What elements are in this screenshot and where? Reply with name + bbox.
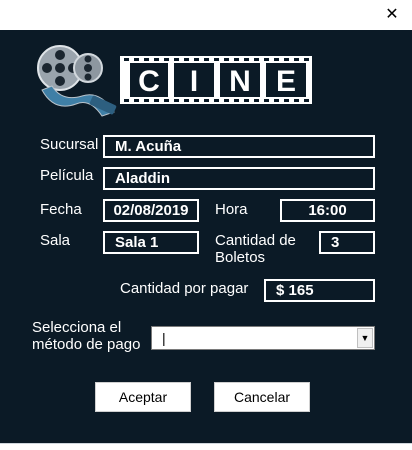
metodo-pago-label-line2: método de pago (32, 336, 141, 353)
logo-letter-i: I (190, 65, 198, 98)
title-bar: ✕ (0, 0, 412, 30)
close-button[interactable]: ✕ (382, 5, 402, 25)
film-reel-icon (37, 45, 117, 117)
cantidad-boletos-field[interactable]: 3 (319, 231, 375, 254)
pelicula-field[interactable]: Aladdin (103, 167, 375, 190)
fecha-field[interactable]: 02/08/2019 (103, 199, 199, 222)
fecha-label: Fecha (40, 201, 82, 218)
sala-field[interactable]: Sala 1 (103, 231, 199, 254)
sala-label: Sala (40, 232, 71, 249)
cantidad-boletos-label-line2: Boletos (215, 249, 266, 266)
cine-letters-strip: C I N E (120, 56, 312, 104)
metodo-pago-select[interactable]: | ▼ (151, 326, 375, 350)
cantidad-pagar-field[interactable]: $ 165 (264, 279, 375, 302)
hora-label: Hora (215, 201, 248, 218)
logo-letter-n: N (229, 65, 251, 98)
cantidad-boletos-label-line1: Cantidad de (215, 232, 296, 249)
metodo-pago-value: | (162, 330, 166, 346)
sucursal-field[interactable]: M. Acuña (103, 135, 375, 158)
cine-logo: C I N E (37, 45, 312, 117)
sucursal-label: Sucursal (40, 136, 99, 153)
metodo-pago-label: Selecciona el método de pago (32, 319, 140, 353)
hora-field[interactable]: 16:00 (280, 199, 375, 222)
accept-button[interactable]: Aceptar (95, 382, 191, 412)
pelicula-label: Película (40, 167, 94, 184)
chevron-down-icon[interactable]: ▼ (357, 328, 373, 348)
cantidad-boletos-label: Cantidad de Boletos (215, 232, 296, 266)
logo-letter-c: C (138, 65, 160, 98)
cantidad-pagar-label: Cantidad por pagar (120, 280, 249, 297)
logo-letter-e: E (276, 65, 296, 98)
metodo-pago-label-line1: Selecciona el (32, 319, 122, 336)
cancel-button[interactable]: Cancelar (214, 382, 310, 412)
